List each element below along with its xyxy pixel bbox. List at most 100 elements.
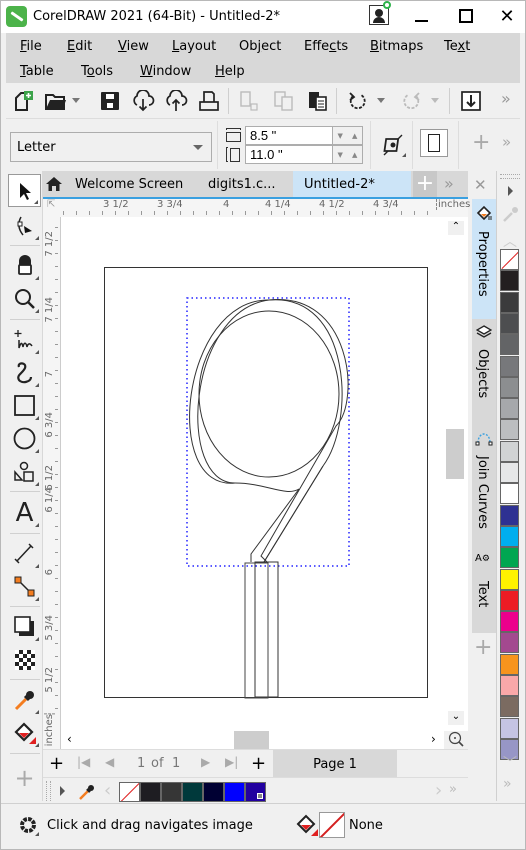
palette-overflow[interactable]: » [449, 782, 457, 797]
drop-shadow-tool[interactable] [8, 610, 41, 643]
horizontal-ruler[interactable]: ⇱ 3 1/2 3 3/4 4 4 1/4 4 1/2 4 3/4 inches [43, 197, 470, 217]
open-dropdown-icon[interactable] [72, 98, 80, 103]
maximize-button[interactable] [444, 1, 488, 31]
zoom-to-fit-icon[interactable] [448, 731, 464, 747]
fill-none-swatch[interactable] [319, 812, 345, 838]
color-swatch[interactable] [500, 589, 519, 611]
doc-color-swatch[interactable] [203, 782, 224, 802]
palette-flyout-icon[interactable] [60, 786, 65, 796]
add-page-after-button[interactable]: + [251, 753, 266, 774]
menu-effects[interactable]: Effects [304, 39, 348, 54]
eyedropper-tool[interactable] [8, 683, 41, 716]
page-width-stepper[interactable]: ▼ ▲ [333, 126, 363, 145]
close-button[interactable]: ✕ [485, 1, 526, 31]
swatch-no-color[interactable] [500, 249, 519, 270]
menu-object[interactable]: Object [239, 39, 281, 54]
doc-color-swatch[interactable] [182, 782, 203, 802]
shape-tool[interactable] [8, 209, 41, 242]
pick-tool[interactable] [8, 174, 41, 207]
color-swatch[interactable] [500, 547, 519, 569]
propbar-overflow-button[interactable]: » [502, 133, 511, 151]
color-swatch[interactable] [500, 717, 519, 739]
tab-untitled-2[interactable]: Untitled-2* [293, 171, 411, 197]
paste-icon[interactable] [306, 89, 330, 113]
add-tool-button[interactable]: + [8, 761, 41, 794]
color-swatch[interactable] [500, 312, 519, 334]
undo-icon[interactable] [346, 89, 370, 113]
color-swatch[interactable] [500, 398, 519, 420]
account-icon[interactable] [369, 1, 391, 25]
color-swatch[interactable] [500, 653, 519, 675]
gear-icon[interactable] [17, 814, 39, 836]
ellipse-tool[interactable] [8, 422, 41, 455]
digit-nine-drawing[interactable] [91, 251, 441, 711]
palette-grip[interactable] [46, 781, 51, 801]
color-swatch[interactable] [500, 334, 519, 356]
palette-scroll-up[interactable]: ︿ [503, 231, 517, 251]
portrait-orientation-button[interactable] [420, 129, 448, 157]
color-swatch[interactable] [500, 632, 519, 654]
scroll-down-button[interactable]: ⌄ [448, 711, 464, 725]
print-icon[interactable] [197, 89, 221, 113]
artistic-media-tool[interactable] [8, 356, 41, 389]
palette-flyout-icon[interactable] [508, 186, 513, 196]
cloud-upload-icon[interactable] [164, 89, 188, 113]
color-swatch[interactable] [500, 419, 519, 441]
open-icon[interactable] [44, 89, 68, 113]
color-swatch[interactable] [500, 696, 519, 718]
menu-edit[interactable]: Edit [67, 39, 92, 54]
horizontal-scrollbar[interactable]: ‹ › [61, 731, 444, 749]
docker-tab-text[interactable]: A⚙ Text [472, 553, 496, 633]
doc-color-swatch[interactable] [245, 782, 266, 802]
eraser-tool[interactable] [8, 249, 41, 282]
color-swatch[interactable] [500, 291, 519, 313]
toolbar-overflow-button[interactable]: » [501, 89, 511, 108]
tab-digits1[interactable]: digits1.c... [208, 171, 288, 197]
undo-dropdown-icon[interactable] [377, 98, 385, 103]
menu-file[interactable]: File [20, 39, 42, 54]
palette-grip[interactable] [500, 174, 520, 179]
new-document-icon[interactable] [12, 89, 36, 113]
scroll-right-button[interactable]: › [431, 732, 436, 746]
interactive-fill-tool[interactable] [8, 716, 41, 749]
page-size-dropdown[interactable]: Letter [10, 132, 212, 162]
menu-table[interactable]: Table [20, 64, 54, 79]
palette-scroll-down[interactable]: ﹀ [503, 753, 517, 773]
save-icon[interactable] [98, 89, 122, 113]
color-swatch[interactable] [500, 611, 519, 633]
doc-color-swatch[interactable] [224, 782, 245, 802]
minimize-button[interactable] [399, 1, 443, 31]
vertical-scrollbar[interactable]: ⌃ ⌄ [444, 217, 468, 731]
add-tab-button[interactable]: + [413, 171, 437, 197]
cloud-download-icon[interactable] [131, 89, 155, 113]
color-swatch[interactable] [500, 675, 519, 696]
menu-view[interactable]: View [118, 39, 149, 54]
doc-swatch-no-color[interactable] [119, 782, 140, 802]
text-tool[interactable]: A [8, 496, 41, 529]
rectangle-tool[interactable] [8, 389, 41, 422]
zoom-tool[interactable] [8, 282, 41, 315]
bleed-icon[interactable] [382, 133, 406, 157]
connector-tool[interactable] [8, 570, 41, 603]
fill-indicator-icon[interactable] [296, 814, 318, 836]
doc-color-swatch[interactable] [161, 782, 182, 802]
page-width-input[interactable] [245, 126, 333, 145]
page-height-stepper[interactable]: ▼ ▲ [333, 145, 363, 164]
transparency-tool[interactable] [8, 643, 41, 676]
page-tab-page-1[interactable]: Page 1 [273, 750, 397, 778]
dimension-tool[interactable] [8, 537, 41, 570]
scroll-left-button[interactable]: ‹ [67, 732, 72, 746]
menu-window[interactable]: Window [140, 64, 191, 79]
freehand-tool[interactable] [8, 323, 41, 356]
color-swatch[interactable] [500, 462, 519, 483]
palette-overflow[interactable]: » [503, 776, 512, 792]
color-swatch[interactable] [500, 483, 519, 505]
horizontal-scroll-thumb[interactable] [234, 731, 269, 749]
color-swatch[interactable] [500, 525, 519, 547]
add-button[interactable]: + [472, 130, 490, 155]
import-icon[interactable] [459, 89, 483, 113]
menu-help[interactable]: Help [215, 64, 245, 79]
docker-tab-join-curves[interactable]: Join Curves [472, 431, 496, 553]
menu-bitmaps[interactable]: Bitmaps [370, 39, 423, 54]
docker-tab-objects[interactable]: Objects [472, 321, 496, 431]
